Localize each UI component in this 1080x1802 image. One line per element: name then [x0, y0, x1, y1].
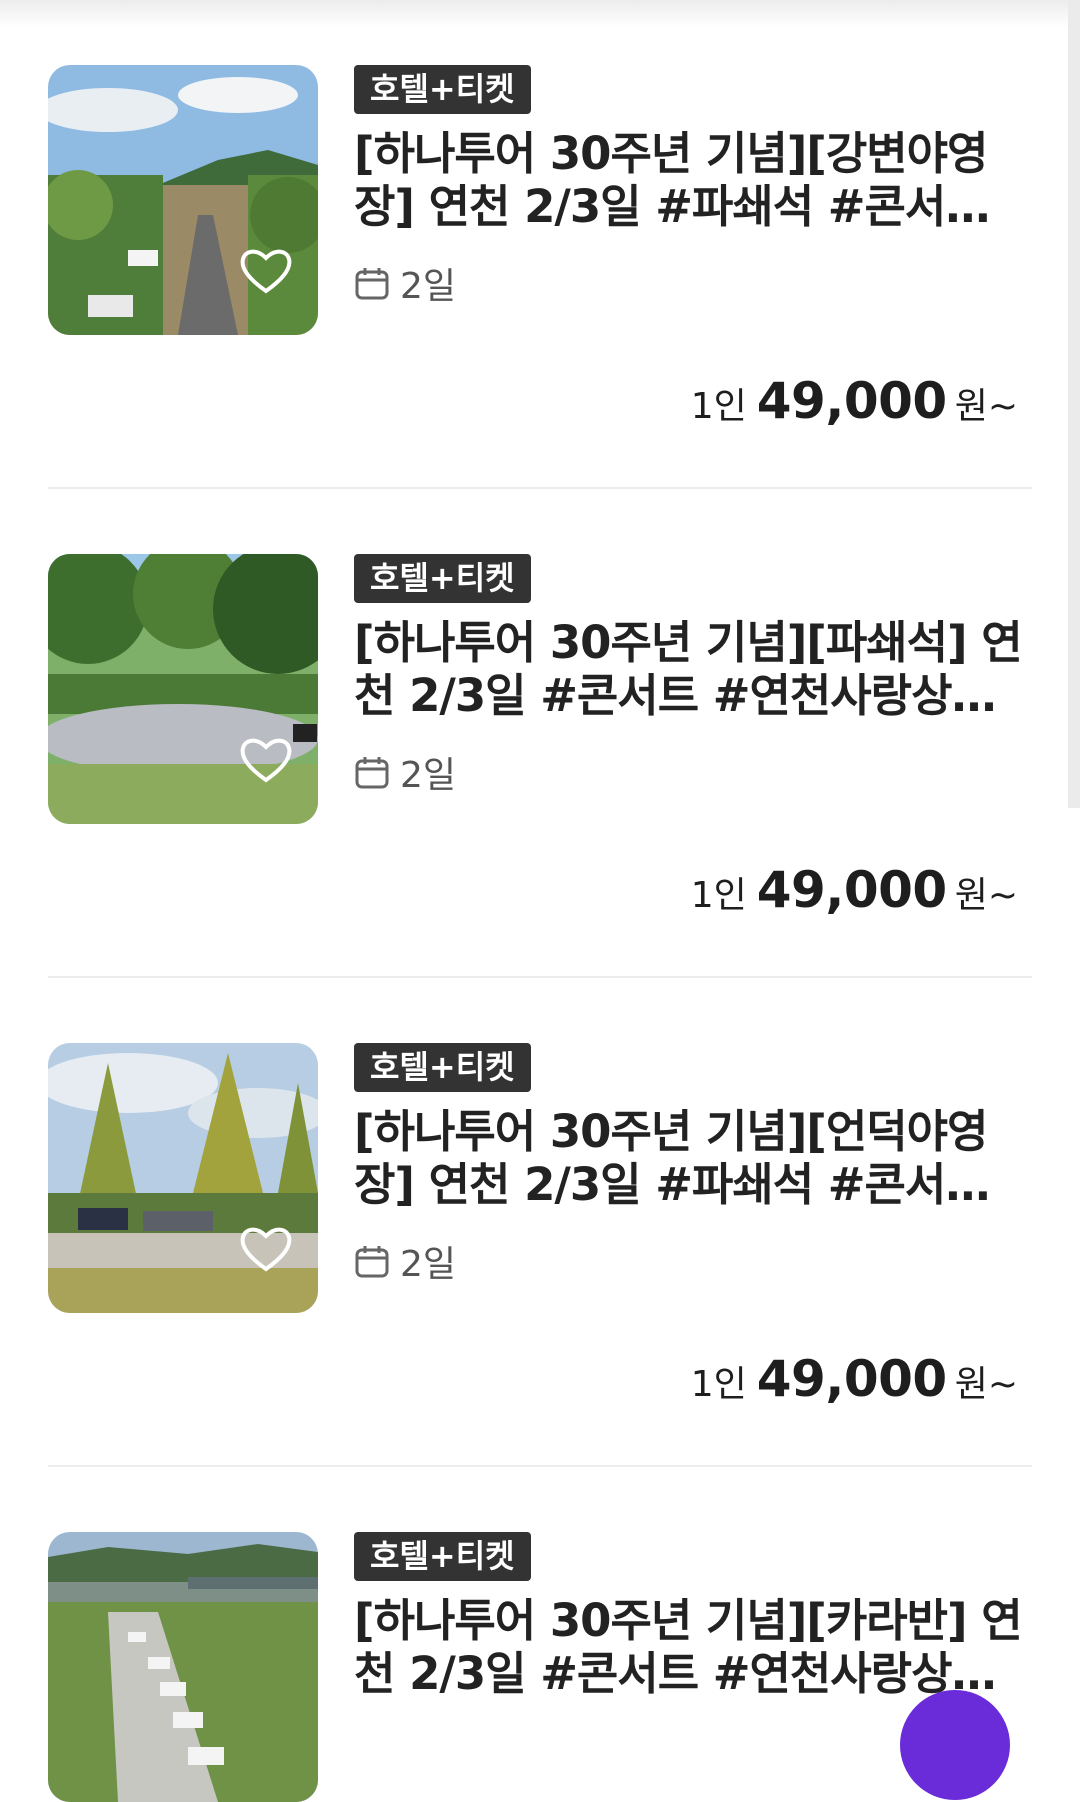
price-unit: 1인: [690, 1364, 747, 1405]
price: 1인 49,000 원~: [691, 1350, 1018, 1410]
product-list: 호텔+티켓 [하나투어 30주년 기념][강변야영 장] 연천 2/3일 #파쇄…: [48, 0, 1034, 1802]
duration: 2일: [354, 261, 456, 307]
category-tag: 호텔+티켓: [354, 65, 531, 114]
price: 1인 49,000 원~: [691, 861, 1018, 921]
price-amount: 49,000: [756, 861, 947, 919]
product-title[interactable]: [하나투어 30주년 기념][파쇄석] 연 천 2/3일 #콘서트 #연천사랑상…: [354, 616, 1034, 722]
product-card[interactable]: 호텔+티켓 [하나투어 30주년 기념][카라반] 연 천 2/3일 #콘서트 …: [48, 1467, 1034, 1802]
calendar-icon: [355, 757, 389, 789]
category-tag: 호텔+티켓: [354, 1532, 531, 1581]
category-tag: 호텔+티켓: [354, 554, 531, 603]
calendar-icon: [355, 1246, 389, 1278]
duration-text: 2일: [400, 755, 457, 796]
duration-text: 2일: [400, 266, 457, 307]
price-currency: 원~: [954, 386, 1018, 427]
product-thumbnail[interactable]: [48, 1532, 318, 1802]
product-thumbnail[interactable]: [48, 65, 318, 335]
title-line-2: 천 2/3일 #콘서트 #연천사랑상품권 #바베큐: [354, 669, 1014, 722]
product-thumbnail[interactable]: [48, 1043, 318, 1313]
heart-outline-icon[interactable]: [238, 734, 294, 784]
product-title[interactable]: [하나투어 30주년 기념][카라반] 연 천 2/3일 #콘서트 #연천사랑상…: [354, 1594, 1034, 1700]
product-thumbnail[interactable]: [48, 554, 318, 824]
heart-outline-icon[interactable]: [238, 1223, 294, 1273]
title-line-2: 장] 연천 2/3일 #파쇄석 #콘서트 #연천사랑상품권: [354, 180, 1014, 233]
product-title[interactable]: [하나투어 30주년 기념][강변야영 장] 연천 2/3일 #파쇄석 #콘서트…: [354, 127, 1034, 233]
title-line-1: [하나투어 30주년 기념][언덕야영: [354, 1105, 988, 1158]
product-title[interactable]: [하나투어 30주년 기념][언덕야영 장] 연천 2/3일 #파쇄석 #콘서트…: [354, 1105, 1034, 1211]
price-unit: 1인: [690, 386, 747, 427]
category-tag: 호텔+티켓: [354, 1043, 531, 1092]
product-card[interactable]: 호텔+티켓 [하나투어 30주년 기념][파쇄석] 연 천 2/3일 #콘서트 …: [48, 489, 1032, 978]
price: 1인 49,000 원~: [691, 372, 1018, 432]
duration: 2일: [354, 750, 456, 796]
title-line-2: 천 2/3일 #콘서트 #연천사랑상품권 #바베큐: [354, 1647, 1014, 1700]
price-unit: 1인: [690, 875, 747, 916]
price-amount: 49,000: [756, 1350, 947, 1408]
title-line-1: [하나투어 30주년 기념][파쇄석] 연: [354, 616, 1023, 669]
duration-text: 2일: [400, 1244, 457, 1285]
calendar-icon: [355, 268, 389, 300]
title-line-1: [하나투어 30주년 기념][카라반] 연: [354, 1594, 1023, 1647]
scrollbar-track[interactable]: [1068, 0, 1080, 808]
price-currency: 원~: [954, 875, 1018, 916]
duration: 2일: [354, 1239, 456, 1285]
title-line-2: 장] 연천 2/3일 #파쇄석 #콘서트 #연천사랑상품권: [354, 1158, 1014, 1211]
price-amount: 49,000: [756, 372, 947, 430]
heart-outline-icon[interactable]: [238, 245, 294, 295]
product-card[interactable]: 호텔+티켓 [하나투어 30주년 기념][언덕야영 장] 연천 2/3일 #파쇄…: [48, 978, 1032, 1467]
title-line-1: [하나투어 30주년 기념][강변야영: [354, 127, 988, 180]
price-currency: 원~: [954, 1364, 1018, 1405]
product-card[interactable]: 호텔+티켓 [하나투어 30주년 기념][강변야영 장] 연천 2/3일 #파쇄…: [48, 0, 1032, 489]
